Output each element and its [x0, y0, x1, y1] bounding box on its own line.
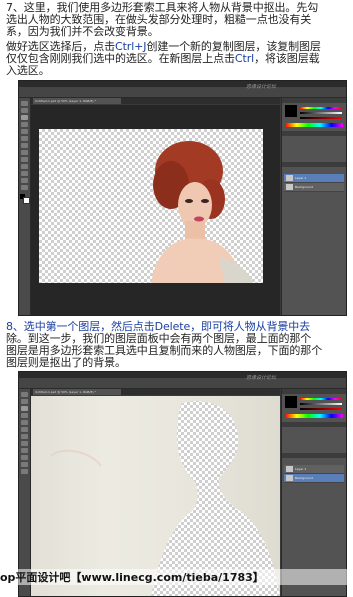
layer-thumbnail: [286, 184, 293, 190]
layers-panel-header: [282, 453, 346, 458]
hand-tool-icon[interactable]: [21, 469, 28, 474]
move-tool-icon[interactable]: [21, 101, 28, 106]
panels-dock: Layer 1 Background: [281, 98, 346, 315]
options-bar: [19, 87, 346, 98]
brightness-slider[interactable]: [300, 112, 342, 114]
step7b-line3: 入选区。: [6, 64, 50, 77]
document-tabs: Untitled-1.psd @ 50% (Layer 1, RGB/8) *: [31, 389, 280, 395]
shortcut-ctrl: Ctrl: [234, 52, 255, 65]
tools-panel: [19, 98, 31, 315]
eraser-tool-icon[interactable]: [21, 441, 28, 446]
layer-thumbnail: [286, 175, 293, 181]
gradient-tool-icon[interactable]: [21, 448, 28, 453]
color-spectrum-bar[interactable]: [285, 123, 343, 127]
hue-slider[interactable]: [300, 398, 342, 400]
portrait-figure: [151, 141, 253, 283]
marquee-tool-icon[interactable]: [21, 399, 28, 404]
step7b-paragraph: 做好选区选择后，点击Ctrl+J创建一个新的复制图层，该复制图层 仅仅包含刚刚我…: [6, 41, 348, 77]
color-swatch-large[interactable]: [285, 396, 297, 408]
step8-line4: 图层则是抠出了的背景。: [6, 356, 126, 369]
footer-source-text: op平面设计吧【www.linecg.com/tieba/1783】: [0, 569, 353, 585]
crop-tool-icon[interactable]: [21, 420, 28, 425]
step7b-line2: 仅仅包含刚刚我们选中的选区。在新图层上点击Ctrl，将该图层载: [6, 53, 348, 65]
magic-wand-icon[interactable]: [21, 122, 28, 127]
background-image[interactable]: [31, 396, 280, 596]
background-color-swatch[interactable]: [23, 197, 30, 204]
layer-thumbnail: [286, 466, 293, 472]
zoom-tool-icon[interactable]: [21, 185, 28, 190]
brush-tool-icon[interactable]: [21, 434, 28, 439]
color-swatch-large[interactable]: [285, 105, 297, 117]
color-panel-header: [282, 389, 346, 394]
layer-row-1[interactable]: Layer 1: [284, 465, 344, 474]
document-tabs: Untitled-1.psd @ 50% (Layer 1, RGB/8) *: [31, 98, 280, 104]
layer-name: Background: [295, 476, 313, 480]
marquee-tool-icon[interactable]: [21, 108, 28, 113]
red-slider[interactable]: [300, 117, 342, 119]
move-tool-icon[interactable]: [21, 392, 28, 397]
layer-row-2[interactable]: Background: [284, 474, 344, 483]
photoshop-screenshot-2: 思缘设计论坛 Untitled-1.psd @ 50% (Layer 1, RG…: [18, 371, 347, 597]
crop-tool-icon[interactable]: [21, 129, 28, 134]
step7b-line2-c: ，将该图层载: [254, 52, 320, 65]
tools-panel: [19, 389, 31, 596]
layers-panel-header: [282, 162, 346, 167]
layer-row-2[interactable]: Background: [284, 183, 344, 192]
brush-tool-icon[interactable]: [21, 143, 28, 148]
layer-name: Layer 1: [295, 467, 307, 471]
pen-tool-icon[interactable]: [21, 171, 28, 176]
pen-tool-icon[interactable]: [21, 462, 28, 467]
transparent-canvas[interactable]: [39, 129, 263, 283]
eyedropper-icon[interactable]: [21, 136, 28, 141]
canvas-area: [31, 396, 280, 596]
document-tab[interactable]: Untitled-1.psd @ 50% (Layer 1, RGB/8) *: [33, 98, 121, 104]
lasso-tool-icon[interactable]: [21, 406, 28, 411]
hue-slider[interactable]: [300, 107, 342, 109]
watermark: 思缘设计论坛: [245, 84, 276, 90]
document-tab[interactable]: Untitled-1.psd @ 50% (Layer 1, RGB/8) *: [33, 389, 121, 395]
red-slider[interactable]: [300, 408, 342, 410]
adjustments-panel-header: [282, 422, 346, 427]
adjustments-panel-header: [282, 131, 346, 136]
layer-row-1[interactable]: Layer 1: [284, 174, 344, 183]
panels-dock: Layer 1 Background: [281, 389, 346, 596]
options-bar: [19, 378, 346, 389]
brightness-slider[interactable]: [300, 403, 342, 405]
text-tool-icon[interactable]: [21, 164, 28, 169]
lasso-tool-icon[interactable]: [21, 115, 28, 120]
magic-wand-icon[interactable]: [21, 413, 28, 418]
canvas-area: [31, 105, 280, 315]
eraser-tool-icon[interactable]: [21, 150, 28, 155]
eyedropper-icon[interactable]: [21, 427, 28, 432]
watermark: 思缘设计论坛: [245, 375, 276, 381]
hand-tool-icon[interactable]: [21, 178, 28, 183]
color-panel-header: [282, 98, 346, 103]
gradient-tool-icon[interactable]: [21, 157, 28, 162]
step7-line3: 系，因为我们并不会改变背景。: [6, 25, 159, 38]
layer-thumbnail: [286, 475, 293, 481]
step7-paragraph: 7、这里，我们使用多边形套索工具来将人物从背景中抠出。先勾 选出人物的大致范围，…: [6, 2, 348, 38]
layer-name: Background: [295, 185, 313, 189]
cutout-figure-shape: [50, 401, 280, 596]
step8-paragraph: 8、选中第一个图层，然后点击Delete，即可将人物从背景中去 除。到这一步，我…: [6, 321, 348, 369]
photoshop-screenshot-1: 思缘设计论坛 Untitled-1.psd @ 50% (Layer 1, RG…: [18, 80, 347, 316]
layer-name: Layer 1: [295, 176, 307, 180]
color-spectrum-bar[interactable]: [285, 414, 343, 418]
text-tool-icon[interactable]: [21, 455, 28, 460]
